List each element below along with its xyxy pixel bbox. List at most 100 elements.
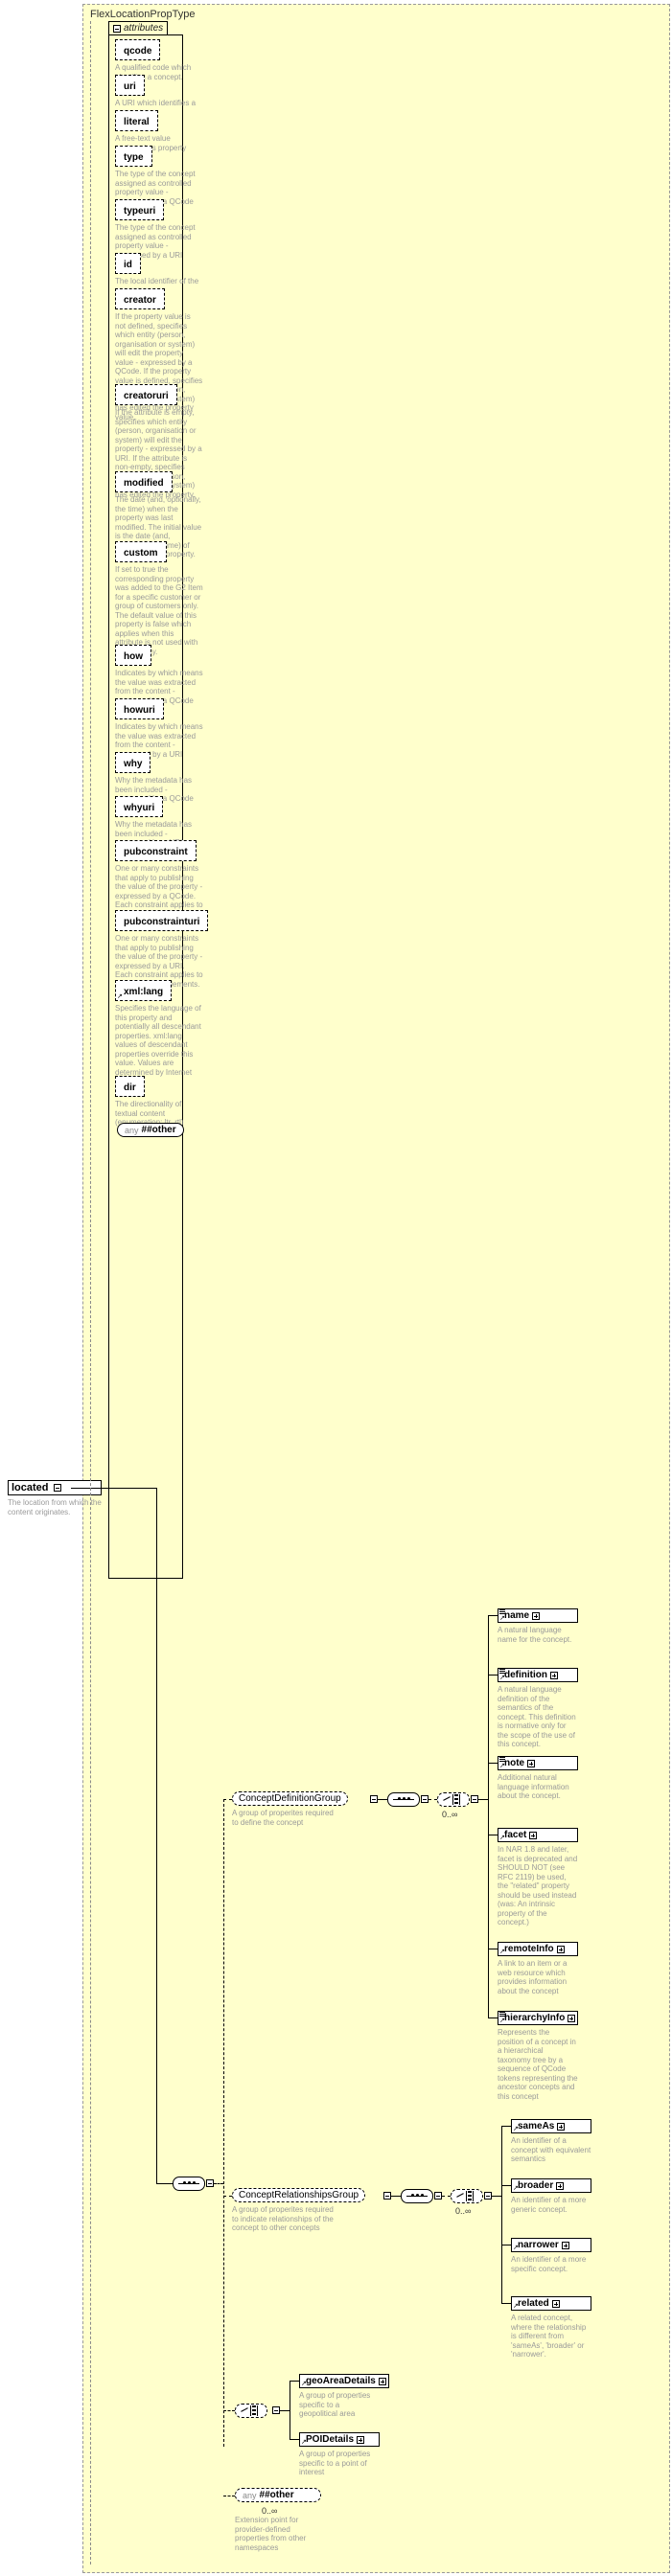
collapse-icon[interactable] bbox=[484, 2192, 492, 2200]
element-hierarchyinfo[interactable]: ↗ hierarchyInfo Represents the position … bbox=[498, 2011, 582, 2101]
attribute-dir[interactable]: dir The directionality of textual conten… bbox=[115, 1076, 206, 1128]
connector bbox=[378, 1799, 387, 1800]
group-concept-relationships[interactable]: ConceptRelationshipsGroup A group of pro… bbox=[232, 2188, 369, 2233]
type-name-label: FlexLocationPropType bbox=[90, 9, 196, 20]
attribute-how[interactable]: how Indicates by which means the value w… bbox=[115, 645, 206, 705]
connector bbox=[391, 2196, 401, 2197]
element-name-label: name bbox=[504, 1610, 530, 1621]
expand-icon[interactable] bbox=[557, 2122, 566, 2131]
group-doc: A group of properites required to define… bbox=[232, 1809, 334, 1827]
element-remoteinfo[interactable]: ↗ remoteInfo A link to an item or a web … bbox=[498, 1942, 581, 1995]
element-name-label: sameAs bbox=[518, 2121, 555, 2131]
attribute-name: howuri bbox=[124, 705, 155, 716]
attribute-name: dir bbox=[124, 1083, 136, 1093]
element-sameas[interactable]: ↗ sameAs An identifier of a concept with… bbox=[511, 2119, 594, 2164]
collapse-icon[interactable] bbox=[383, 2192, 391, 2200]
crg-occurrence-label: 0..∞ bbox=[455, 2206, 472, 2216]
element-note[interactable]: ↗ note Additional natural language infor… bbox=[498, 1756, 581, 1801]
attribute-typeuri[interactable]: typeuri The type of the concept assigned… bbox=[115, 199, 206, 260]
collapse-icon[interactable] bbox=[421, 1795, 429, 1803]
attribute-name: whyuri bbox=[124, 803, 155, 813]
collapse-icon[interactable] bbox=[53, 1484, 61, 1492]
expand-icon[interactable] bbox=[550, 1671, 558, 1679]
element-name-label: facet bbox=[504, 1830, 527, 1840]
collapse-icon[interactable] bbox=[370, 1795, 378, 1803]
reference-arrow-icon: ↗ bbox=[499, 1615, 505, 1622]
expand-icon[interactable] bbox=[529, 1831, 538, 1839]
reference-arrow-icon: ↗ bbox=[513, 2185, 519, 2192]
element-narrower[interactable]: ↗ narrower An identifier of a more speci… bbox=[511, 2238, 594, 2273]
reference-arrow-icon: ↗ bbox=[499, 1675, 505, 1681]
element-name-label: remoteInfo bbox=[504, 1944, 554, 1954]
element-name-label: geoAreaDetails bbox=[306, 2376, 376, 2386]
connector bbox=[156, 2183, 173, 2184]
connector bbox=[290, 2381, 299, 2382]
cdg-choice-compositor[interactable] bbox=[437, 1792, 473, 1810]
any-label: any bbox=[125, 1125, 139, 1135]
attribute-xml-lang[interactable]: ↗ xml:lang Specifies the language of thi… bbox=[115, 980, 206, 1086]
attribute-custom[interactable]: custom If set to true the corresponding … bbox=[115, 541, 206, 656]
expand-icon[interactable] bbox=[527, 1759, 536, 1767]
expand-icon[interactable] bbox=[532, 1611, 541, 1620]
expand-icon[interactable] bbox=[357, 2435, 365, 2444]
element-related[interactable]: ↗ related A related concept, where the r… bbox=[511, 2296, 594, 2359]
collapse-icon[interactable] bbox=[206, 2179, 214, 2187]
connector bbox=[223, 2196, 232, 2197]
crg-sequence-compositor[interactable] bbox=[401, 2189, 436, 2206]
guide-rail bbox=[90, 21, 92, 2565]
connector bbox=[488, 1615, 498, 1616]
element-name-label: related bbox=[518, 2298, 549, 2309]
attributes-any-node[interactable]: any ##other bbox=[117, 1123, 187, 1140]
element-name[interactable]: ↗ name A natural language name for the c… bbox=[498, 1608, 581, 1644]
details-choice-compositor[interactable] bbox=[235, 2404, 270, 2421]
attribute-pubconstrainturi[interactable]: pubconstrainturi One or many constraints… bbox=[115, 910, 212, 989]
attribute-name: id bbox=[124, 260, 132, 270]
connector bbox=[290, 2439, 299, 2440]
content-any-node[interactable]: any ##other 0..∞ Extension point for pro… bbox=[235, 2488, 324, 2552]
group-concept-definition[interactable]: ConceptDefinitionGroup A group of proper… bbox=[232, 1791, 351, 1827]
element-poidetails[interactable]: ↗ POIDetails A group of properties speci… bbox=[299, 2432, 382, 2477]
main-sequence-compositor[interactable] bbox=[173, 2177, 208, 2194]
sequence-icon bbox=[406, 2193, 428, 2200]
expand-icon[interactable] bbox=[556, 2181, 565, 2190]
crg-choice-compositor[interactable] bbox=[451, 2189, 486, 2206]
reference-arrow-icon: ↗ bbox=[499, 1949, 505, 1955]
element-doc: A link to an item or a web resource whic… bbox=[498, 1959, 568, 1995]
attribute-name: creatoruri bbox=[124, 391, 169, 401]
attribute-pubconstraint[interactable]: pubconstraint One or many constraints th… bbox=[115, 840, 206, 919]
collapse-icon[interactable] bbox=[113, 24, 121, 33]
attributes-label: attributes bbox=[124, 23, 164, 34]
attributes-tab[interactable]: attributes bbox=[108, 21, 168, 34]
element-geoareadetails[interactable]: ↗ geoAreaDetails A group of properties s… bbox=[299, 2374, 392, 2419]
reference-arrow-icon: ↗ bbox=[513, 2245, 519, 2251]
connector bbox=[501, 2185, 511, 2186]
sequence-icon bbox=[393, 1796, 414, 1803]
expand-icon[interactable] bbox=[561, 2241, 569, 2249]
element-facet[interactable]: ↗ facet In NAR 1.8 and later, facet is d… bbox=[498, 1828, 581, 1927]
attribute-name: pubconstraint bbox=[124, 847, 188, 857]
choice-icon bbox=[443, 1794, 464, 1805]
expand-icon[interactable] bbox=[556, 1945, 565, 1953]
expand-icon[interactable] bbox=[568, 2014, 576, 2022]
element-doc: In NAR 1.8 and later, facet is deprecate… bbox=[498, 1845, 578, 1926]
attribute-name: creator bbox=[124, 295, 156, 306]
attribute-type[interactable]: type The type of the concept assigned as… bbox=[115, 146, 206, 206]
element-broader[interactable]: ↗ broader An identifier of a more generi… bbox=[511, 2178, 594, 2214]
element-doc: An identifier of a more specific concept… bbox=[511, 2255, 587, 2273]
element-doc: A natural language name for the concept. bbox=[498, 1626, 572, 1644]
expand-icon[interactable] bbox=[551, 2299, 560, 2308]
connector bbox=[71, 1488, 157, 1489]
collapse-icon[interactable] bbox=[471, 1795, 478, 1803]
root-element-located[interactable]: located The location from which the cont… bbox=[8, 1480, 104, 1516]
collapse-icon[interactable] bbox=[272, 2406, 280, 2414]
expand-icon[interactable] bbox=[378, 2377, 386, 2385]
sequence-icon bbox=[178, 2180, 199, 2187]
element-definition[interactable]: ↗ definition A natural language definiti… bbox=[498, 1668, 581, 1749]
connector bbox=[488, 1675, 498, 1676]
attribute-name: xml:lang bbox=[124, 987, 164, 997]
collapse-icon[interactable] bbox=[434, 2192, 442, 2200]
root-element-doc: The location from which the content orig… bbox=[8, 1498, 102, 1516]
attribute-howuri[interactable]: howuri Indicates by which means the valu… bbox=[115, 698, 206, 759]
connector bbox=[280, 2410, 290, 2411]
cdg-sequence-compositor[interactable] bbox=[387, 1792, 423, 1810]
